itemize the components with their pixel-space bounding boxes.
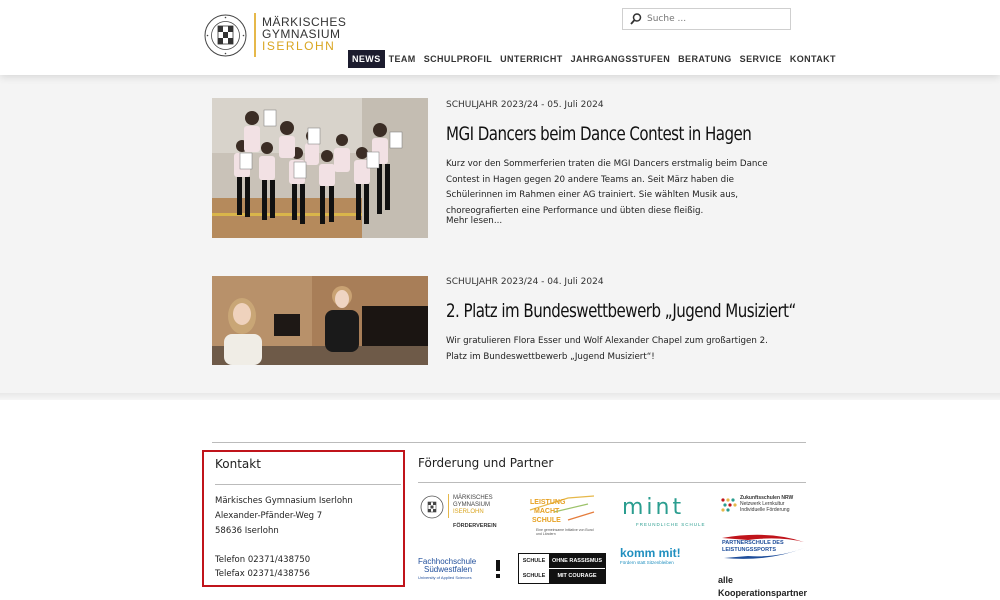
alle-line-1: alle	[718, 575, 734, 585]
logo-wordmark: MÄRKISCHES GYMNASIUM ISERLOHN	[262, 16, 346, 52]
zukunftsschulen-logo[interactable]: Zukunftsschulen NRW Netzwerk Lernkultur …	[720, 494, 806, 524]
leistung-line-2: MACHT	[534, 508, 560, 515]
kontakt-school-name: Märkisches Gymnasium Iserlohn	[215, 496, 353, 506]
mint-main: mint	[622, 495, 685, 520]
article-1-title[interactable]: MGI Dancers beim Dance Contest in Hagen	[446, 123, 752, 145]
rassismus-b2: MIT COURAGE	[549, 569, 605, 583]
school-seal-icon	[204, 14, 247, 57]
footer: Kontakt Märkisches Gymnasium Iserlohn Al…	[0, 400, 1000, 600]
foerderverein-line-2: GYMNASIUM	[453, 502, 491, 508]
site-header: MÄRKISCHES GYMNASIUM ISERLOHN NEWS TEAM …	[0, 0, 1000, 75]
zukunft-dots-icon	[721, 498, 737, 512]
rassismus-a2: OHNE RASSISMUS	[549, 554, 605, 568]
logo-divider	[254, 13, 256, 57]
foerderverein-logo[interactable]: MÄRKISCHES GYMNASIUM ISERLOHN FÖRDERVERE…	[418, 494, 508, 534]
kontakt-city: 58636 Iserlohn	[215, 526, 279, 536]
rassismus-b1: SCHULE	[522, 573, 546, 579]
foerderverein-seal-icon	[420, 495, 444, 519]
partner-title: Förderung und Partner	[418, 456, 554, 470]
nav-item-unterricht[interactable]: UNTERRICHT	[496, 50, 567, 68]
foerderverein-line-1: MÄRKISCHES	[453, 495, 493, 501]
fh-suedwestfalen-logo[interactable]: Fachhochschule Südwestfalen University o…	[418, 558, 510, 584]
article-1-read-more-link[interactable]: Mehr lesen...	[446, 216, 502, 226]
main-nav: NEWS TEAM SCHULPROFIL UNTERRICHT JAHRGAN…	[348, 50, 840, 68]
leistung-line-3: SCHULE	[532, 517, 561, 524]
rassismus-a1: SCHULE	[522, 558, 546, 564]
fh-line-2: Südwestfalen	[424, 565, 473, 574]
foerderverein-sub: FÖRDERVEREIN	[453, 523, 497, 529]
kontakt-title: Kontakt	[215, 457, 261, 471]
footer-top-rule	[212, 442, 806, 443]
fh-sub: University of Applied Sciences	[418, 575, 472, 580]
mint-logo[interactable]: mint FREUNDLICHE SCHULE	[620, 496, 706, 528]
mint-sub: FREUNDLICHE SCHULE	[636, 522, 706, 527]
article-1-meta: SCHULJAHR 2023/24 - 05. Juli 2024	[446, 100, 604, 110]
nav-item-team[interactable]: TEAM	[385, 50, 420, 68]
article-2-title[interactable]: 2. Platz im Bundeswettbewerb „Jugend Mus…	[446, 300, 796, 322]
kontakt-fax: Telefax 02371/438756	[215, 569, 310, 579]
kommmit-main: komm mit!	[620, 546, 681, 560]
kontakt-box: Kontakt Märkisches Gymnasium Iserlohn Al…	[202, 450, 405, 587]
leistung-line-1: LEISTUNG	[530, 499, 566, 506]
kontakt-phone[interactable]: Telefon 02371/438750	[215, 555, 310, 565]
leistungssport-logo[interactable]: PARTNERSCHULE DES LEISTUNGSSPORTS	[718, 532, 806, 562]
foerderverein-line-3: ISERLOHN	[453, 509, 484, 515]
nav-item-schulprofil[interactable]: SCHULPROFIL	[420, 50, 496, 68]
leistungssport-line-2: LEISTUNGSSPORTS	[722, 546, 777, 553]
kommmit-sub: Fördern statt Sitzenbleiben	[620, 560, 674, 565]
article-1-text: Kurz vor den Sommerferien traten die MGI…	[446, 159, 768, 216]
fh-dot-icon	[496, 574, 500, 578]
nav-item-beratung[interactable]: BERATUNG	[674, 50, 736, 68]
leistung-macht-schule-logo[interactable]: LEISTUNG MACHT SCHULE Eine gemeinsame In…	[528, 492, 608, 540]
school-logo[interactable]: MÄRKISCHES GYMNASIUM ISERLOHN	[204, 13, 346, 58]
search-input[interactable]	[647, 11, 787, 27]
nav-item-kontakt[interactable]: KONTAKT	[786, 50, 840, 68]
article-2-meta: SCHULJAHR 2023/24 - 04. Juli 2024	[446, 277, 604, 287]
search-box[interactable]	[622, 8, 791, 30]
zukunft-line-3: Individuelle Förderung	[740, 507, 790, 513]
music-students-photo	[212, 276, 428, 365]
article-1-image[interactable]	[212, 98, 428, 238]
search-icon[interactable]	[629, 12, 643, 26]
leistungssport-line-1: PARTNERSCHULE DES	[722, 540, 784, 546]
dance-group-photo	[212, 98, 428, 238]
kontakt-street: Alexander-Pfänder-Weg 7	[215, 511, 323, 521]
kontakt-rule	[215, 484, 401, 485]
nav-item-service[interactable]: SERVICE	[736, 50, 786, 68]
schule-ohne-rassismus-logo[interactable]: SCHULE OHNE RASSISMUS SCHULE MIT COURAGE	[518, 553, 606, 584]
all-partners-link[interactable]: alle Kooperationspartner	[718, 574, 807, 600]
fh-mark-icon	[496, 560, 500, 571]
article-2-image[interactable]	[212, 276, 428, 365]
nav-item-jahrgangsstufen[interactable]: JAHRGANGSSTUFEN	[567, 50, 675, 68]
alle-line-2: Kooperationspartner	[718, 588, 808, 598]
komm-mit-logo[interactable]: komm mit! Fördern statt Sitzenbleiben	[620, 546, 706, 568]
logo-line-3: ISERLOHN	[262, 39, 336, 53]
article-2-text: Wir gratulieren Flora Esser und Wolf Ale…	[446, 336, 768, 362]
leistung-sub: Eine gemeinsame Initiative von Bund und …	[536, 528, 594, 536]
nav-item-news[interactable]: NEWS	[348, 50, 385, 68]
partner-rule	[418, 482, 806, 483]
